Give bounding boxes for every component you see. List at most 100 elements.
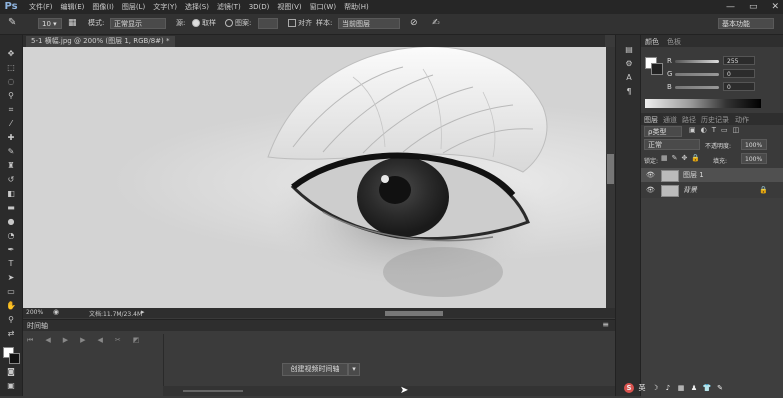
first-frame-icon[interactable]: ⏮ <box>27 336 33 345</box>
canvas-vertical-scrollbar[interactable] <box>606 47 615 308</box>
sample-select[interactable]: 当前图层 <box>338 18 400 29</box>
filter-smart-icon[interactable]: ◫ <box>733 126 740 134</box>
swap-colors-icon[interactable]: ⇄ <box>5 329 17 339</box>
layer-name[interactable]: 图层 1 <box>683 168 704 182</box>
source-pattern-radio[interactable]: 图案: <box>225 17 251 30</box>
panel-menu-icon[interactable]: ≡ <box>602 320 609 329</box>
character-panel-icon[interactable]: A <box>623 73 635 83</box>
hand-tool-icon[interactable]: ✋ <box>5 301 17 311</box>
quick-select-tool-icon[interactable]: ⚲ <box>5 91 17 101</box>
tools-icon[interactable]: ✎ <box>715 383 725 393</box>
zoom-level[interactable]: 200% <box>26 309 43 316</box>
color-bg-swatch[interactable] <box>651 63 663 75</box>
b-value[interactable]: 0 <box>723 82 755 91</box>
keyboard-icon[interactable]: ▦ <box>676 383 686 393</box>
brush-tool-icon[interactable]: ✎ <box>5 147 17 157</box>
blur-tool-icon[interactable]: ● <box>5 217 17 227</box>
shape-tool-icon[interactable]: ▭ <box>5 287 17 297</box>
audio-icon[interactable]: ◀ <box>97 336 102 345</box>
history-panel-icon[interactable]: ▤ <box>623 45 635 55</box>
workspace-select[interactable]: 基本功能 <box>718 18 774 29</box>
status-info-icon[interactable]: ◉ <box>53 308 59 316</box>
path-select-tool-icon[interactable]: ➤ <box>5 273 17 283</box>
r-value[interactable]: 255 <box>723 56 755 65</box>
g-value[interactable]: 0 <box>723 69 755 78</box>
tab-actions[interactable]: 动作 <box>735 115 749 125</box>
menu-edit[interactable]: 编辑(E) <box>60 0 86 14</box>
tab-layers[interactable]: 图层 <box>644 115 658 125</box>
lock-all-icon[interactable]: 🔒 <box>691 154 700 162</box>
g-slider[interactable] <box>675 73 719 76</box>
restore-button[interactable]: ▭ <box>749 1 758 13</box>
ignore-adjustment-icon[interactable]: ⊘ <box>410 17 418 30</box>
visibility-eye-icon[interactable]: 👁 <box>646 168 655 182</box>
tab-swatches[interactable]: 色板 <box>667 37 681 47</box>
document-canvas[interactable] <box>23 47 606 308</box>
filter-type-icon[interactable]: T <box>712 126 716 134</box>
healing-brush-icon[interactable]: ✎ <box>8 16 16 29</box>
tab-history[interactable]: 历史记录 <box>701 115 729 125</box>
brush-panel-icon[interactable]: ▦ <box>68 17 77 30</box>
menu-3d[interactable]: 3D(D) <box>248 0 271 14</box>
lock-transparent-icon[interactable]: ▦ <box>661 154 668 162</box>
marquee-tool-icon[interactable]: ⬚ <box>5 63 17 73</box>
create-video-timeline-button[interactable]: 创建视频时间轴 <box>282 363 348 376</box>
healing-tool-icon[interactable]: ✚ <box>5 133 17 143</box>
timeline-title[interactable]: 时间轴 <box>27 321 48 331</box>
mode-select[interactable]: 正常显示 <box>110 18 166 29</box>
menu-window[interactable]: 窗口(W) <box>309 0 337 14</box>
filter-pixel-icon[interactable]: ▣ <box>689 126 696 134</box>
dodge-tool-icon[interactable]: ◔ <box>5 231 17 241</box>
menu-image[interactable]: 图像(I) <box>91 0 115 14</box>
minimize-button[interactable]: — <box>726 1 735 13</box>
b-slider[interactable] <box>675 86 719 89</box>
type-tool-icon[interactable]: T <box>5 259 17 269</box>
lock-position-icon[interactable]: ✥ <box>682 154 688 162</box>
fill-field[interactable]: 100% <box>741 153 767 164</box>
sound-icon[interactable]: ♪ <box>663 383 673 393</box>
layer-filter-select[interactable]: ρ类型 <box>644 126 682 137</box>
properties-panel-icon[interactable]: ⚙ <box>623 59 635 69</box>
play-icon[interactable]: ▶ <box>63 336 68 345</box>
opacity-field[interactable]: 100% <box>741 139 767 150</box>
history-brush-tool-icon[interactable]: ↺ <box>5 175 17 185</box>
close-button[interactable]: ✕ <box>771 1 779 13</box>
menu-help[interactable]: 帮助(H) <box>343 0 370 14</box>
menu-select[interactable]: 选择(S) <box>184 0 210 14</box>
layer-row[interactable]: 👁 背景 🔒 <box>641 183 783 197</box>
lock-pixels-icon[interactable]: ✎ <box>672 154 678 162</box>
pattern-picker[interactable] <box>258 18 278 29</box>
lang-icon[interactable]: 英 <box>637 383 647 393</box>
filter-adjust-icon[interactable]: ◐ <box>701 126 707 134</box>
menu-view[interactable]: 视图(V) <box>276 0 302 14</box>
next-frame-icon[interactable]: ▶ <box>80 336 85 345</box>
horizontal-scroll-thumb[interactable] <box>385 311 443 316</box>
moon-icon[interactable]: ☽ <box>650 383 660 393</box>
brush-size-picker[interactable]: 10 ▾ <box>38 18 62 29</box>
eraser-tool-icon[interactable]: ◧ <box>5 189 17 199</box>
transition-icon[interactable]: ◩ <box>133 336 140 345</box>
zoom-tool-icon[interactable]: ⚲ <box>5 315 17 325</box>
menu-layer[interactable]: 图层(L) <box>121 0 146 14</box>
timeline-dropdown-arrow-icon[interactable]: ▾ <box>348 363 360 376</box>
pressure-icon[interactable]: ✍ <box>432 17 440 30</box>
menu-file[interactable]: 文件(F) <box>28 0 54 14</box>
tab-channels[interactable]: 通道 <box>663 115 677 125</box>
status-menu-arrow-icon[interactable]: ▸ <box>141 308 145 316</box>
tab-paths[interactable]: 路径 <box>682 115 696 125</box>
visibility-eye-icon[interactable]: 👁 <box>646 183 655 197</box>
lasso-tool-icon[interactable]: ◌ <box>5 77 17 87</box>
aligned-checkbox[interactable]: 对齐 <box>288 17 312 30</box>
quick-mask-icon[interactable]: ◙ <box>5 367 17 377</box>
color-ramp[interactable] <box>645 99 761 108</box>
eyedropper-tool-icon[interactable]: ⁄ <box>5 119 17 129</box>
layer-row[interactable]: 👁 图层 1 <box>641 168 783 182</box>
screen-mode-icon[interactable]: ▣ <box>5 381 17 391</box>
tab-color[interactable]: 颜色 <box>645 37 659 47</box>
filter-shape-icon[interactable]: ▭ <box>721 126 728 134</box>
menu-type[interactable]: 文字(Y) <box>152 0 178 14</box>
r-slider[interactable] <box>675 60 719 63</box>
document-tab[interactable]: 5-1 横幅.jpg @ 200% (图层 1, RGB/8#) * <box>26 36 175 47</box>
sogou-icon[interactable]: S <box>624 382 634 393</box>
prev-frame-icon[interactable]: ◀ <box>45 336 50 345</box>
